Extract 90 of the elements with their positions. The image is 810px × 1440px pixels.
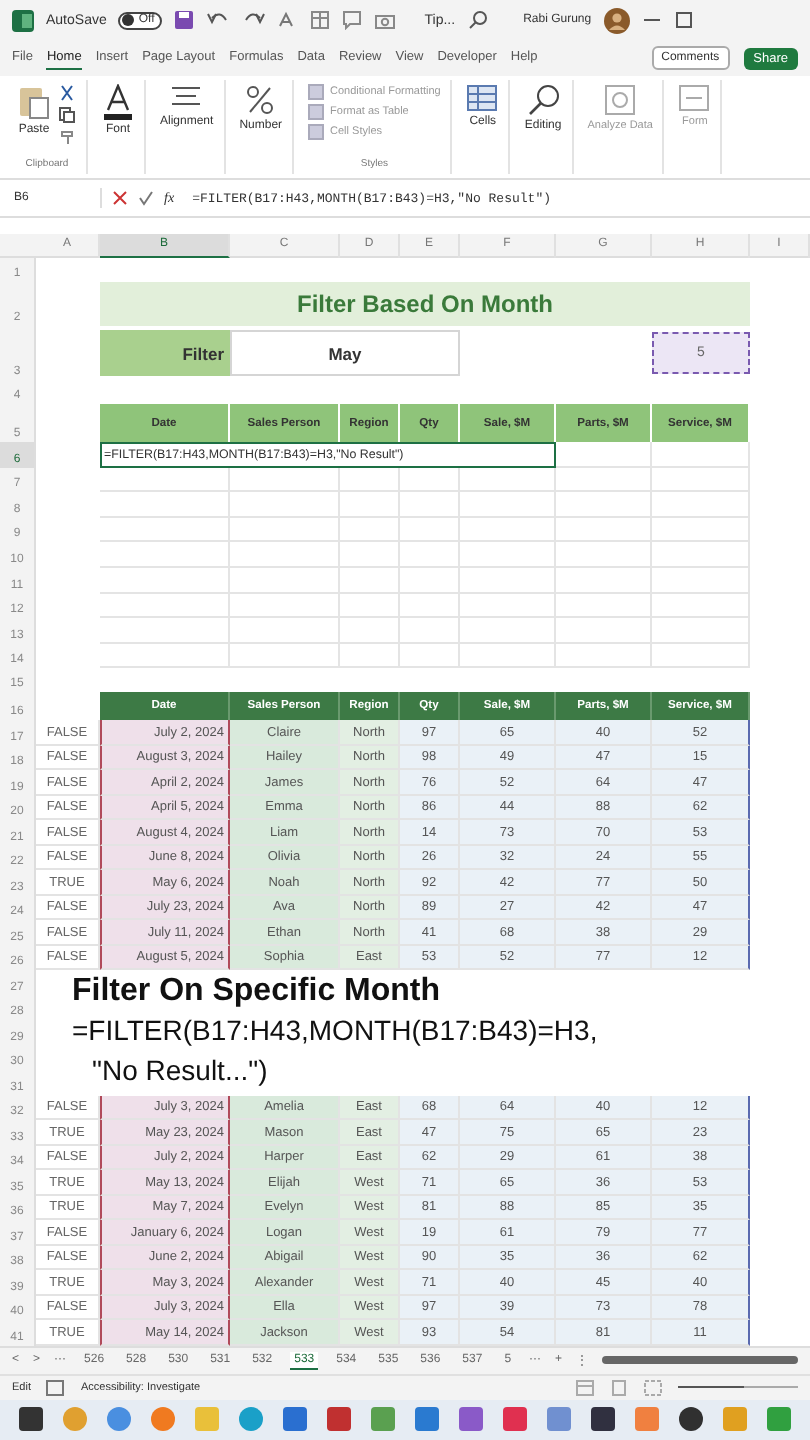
empty-cell[interactable]	[340, 542, 400, 568]
empty-cell[interactable]	[100, 467, 230, 493]
empty-cell[interactable]	[230, 542, 340, 568]
paste-icon[interactable]	[18, 84, 50, 120]
empty-cell[interactable]	[460, 567, 556, 594]
empty-cell[interactable]	[100, 567, 230, 594]
font-color-icon[interactable]	[102, 84, 134, 120]
empty-cell[interactable]	[400, 517, 460, 543]
empty-cell[interactable]	[460, 643, 556, 669]
empty-cell[interactable]	[400, 492, 460, 518]
form-icon[interactable]	[678, 84, 711, 112]
maximize-icon[interactable]	[673, 10, 694, 30]
app-icon[interactable]	[325, 1406, 352, 1433]
empty-cell[interactable]	[340, 567, 400, 594]
empty-cell[interactable]	[556, 593, 652, 619]
empty-cell[interactable]	[340, 492, 400, 518]
page-layout-icon[interactable]	[610, 1379, 628, 1396]
sheet-title: Filter Based On Month	[100, 282, 750, 326]
empty-cell[interactable]	[652, 442, 750, 468]
empty-cell[interactable]	[556, 618, 652, 644]
app-icon[interactable]	[678, 1406, 705, 1433]
filter-label: Filter	[100, 330, 230, 376]
empty-cell[interactable]	[460, 542, 556, 568]
comment-icon[interactable]	[342, 10, 363, 30]
empty-cell[interactable]	[230, 567, 340, 594]
empty-cell[interactable]	[652, 643, 750, 669]
empty-cell[interactable]	[652, 618, 750, 644]
caption-formula-text: "No Result...")	[90, 1052, 268, 1091]
empty-cell[interactable]	[556, 492, 652, 518]
horizontal-scrollbar[interactable]	[602, 1356, 798, 1365]
table-icon[interactable]	[310, 10, 331, 30]
page-break-icon[interactable]	[644, 1379, 662, 1396]
empty-cell[interactable]	[652, 542, 750, 568]
cut-icon[interactable]	[58, 84, 76, 102]
camera-icon[interactable]	[374, 10, 397, 30]
percent-icon[interactable]	[246, 84, 275, 116]
empty-cell[interactable]	[652, 593, 750, 619]
empty-cell[interactable]	[100, 492, 230, 518]
empty-cell[interactable]	[652, 467, 750, 493]
empty-cell[interactable]	[400, 467, 460, 493]
empty-cell[interactable]	[100, 618, 230, 644]
empty-cell[interactable]	[556, 643, 652, 669]
empty-cell[interactable]	[340, 618, 400, 644]
empty-cell[interactable]	[400, 542, 460, 568]
normal-view-icon[interactable]	[576, 1379, 594, 1396]
empty-cell[interactable]	[100, 517, 230, 543]
empty-cell[interactable]	[340, 517, 400, 543]
empty-cell[interactable]	[556, 567, 652, 594]
search-icon[interactable]	[467, 10, 488, 30]
empty-cell[interactable]	[400, 593, 460, 619]
empty-cell[interactable]	[556, 542, 652, 568]
empty-cell[interactable]	[652, 492, 750, 518]
empty-cell[interactable]	[652, 517, 750, 543]
cancel-icon[interactable]	[112, 190, 128, 206]
empty-cell[interactable]	[340, 643, 400, 669]
cells-icon[interactable]	[466, 84, 499, 112]
empty-cell[interactable]	[230, 467, 340, 493]
save-icon[interactable]	[174, 10, 195, 30]
empty-cell[interactable]	[400, 643, 460, 669]
avatar-icon[interactable]	[603, 7, 630, 33]
empty-cell[interactable]	[556, 517, 652, 543]
empty-cell[interactable]	[652, 567, 750, 594]
empty-cell[interactable]	[230, 618, 340, 644]
empty-cell[interactable]	[230, 593, 340, 619]
empty-cell[interactable]	[230, 492, 340, 518]
filter-value-cell[interactable]: May	[230, 330, 460, 376]
empty-cell[interactable]	[100, 593, 230, 619]
empty-cell[interactable]	[230, 517, 340, 543]
empty-cell[interactable]	[460, 593, 556, 619]
empty-cell[interactable]	[340, 593, 400, 619]
copy-icon[interactable]	[58, 106, 76, 124]
analyze-data-icon[interactable]	[604, 84, 637, 116]
app-icon[interactable]	[590, 1406, 617, 1433]
empty-cell[interactable]	[400, 567, 460, 594]
empty-cell[interactable]	[400, 618, 460, 644]
caption-formula-text: =FILTER(B17:H43,MONTH(B17:B43)=H3,	[72, 1012, 598, 1051]
empty-cell[interactable]	[460, 517, 556, 543]
caption-title: Filter On Specific Month	[72, 972, 441, 1011]
format-painter-icon[interactable]	[58, 128, 76, 146]
empty-cell[interactable]	[230, 643, 340, 669]
empty-cell[interactable]	[556, 467, 652, 493]
empty-cell[interactable]	[340, 467, 400, 493]
empty-cell[interactable]	[460, 618, 556, 644]
enter-icon[interactable]	[138, 190, 154, 206]
excel-logo-icon	[12, 9, 34, 31]
empty-cell[interactable]	[100, 643, 230, 669]
empty-cell[interactable]	[100, 542, 230, 568]
empty-cell[interactable]	[460, 492, 556, 518]
empty-cell[interactable]	[460, 467, 556, 493]
search-icon[interactable]	[527, 84, 560, 116]
